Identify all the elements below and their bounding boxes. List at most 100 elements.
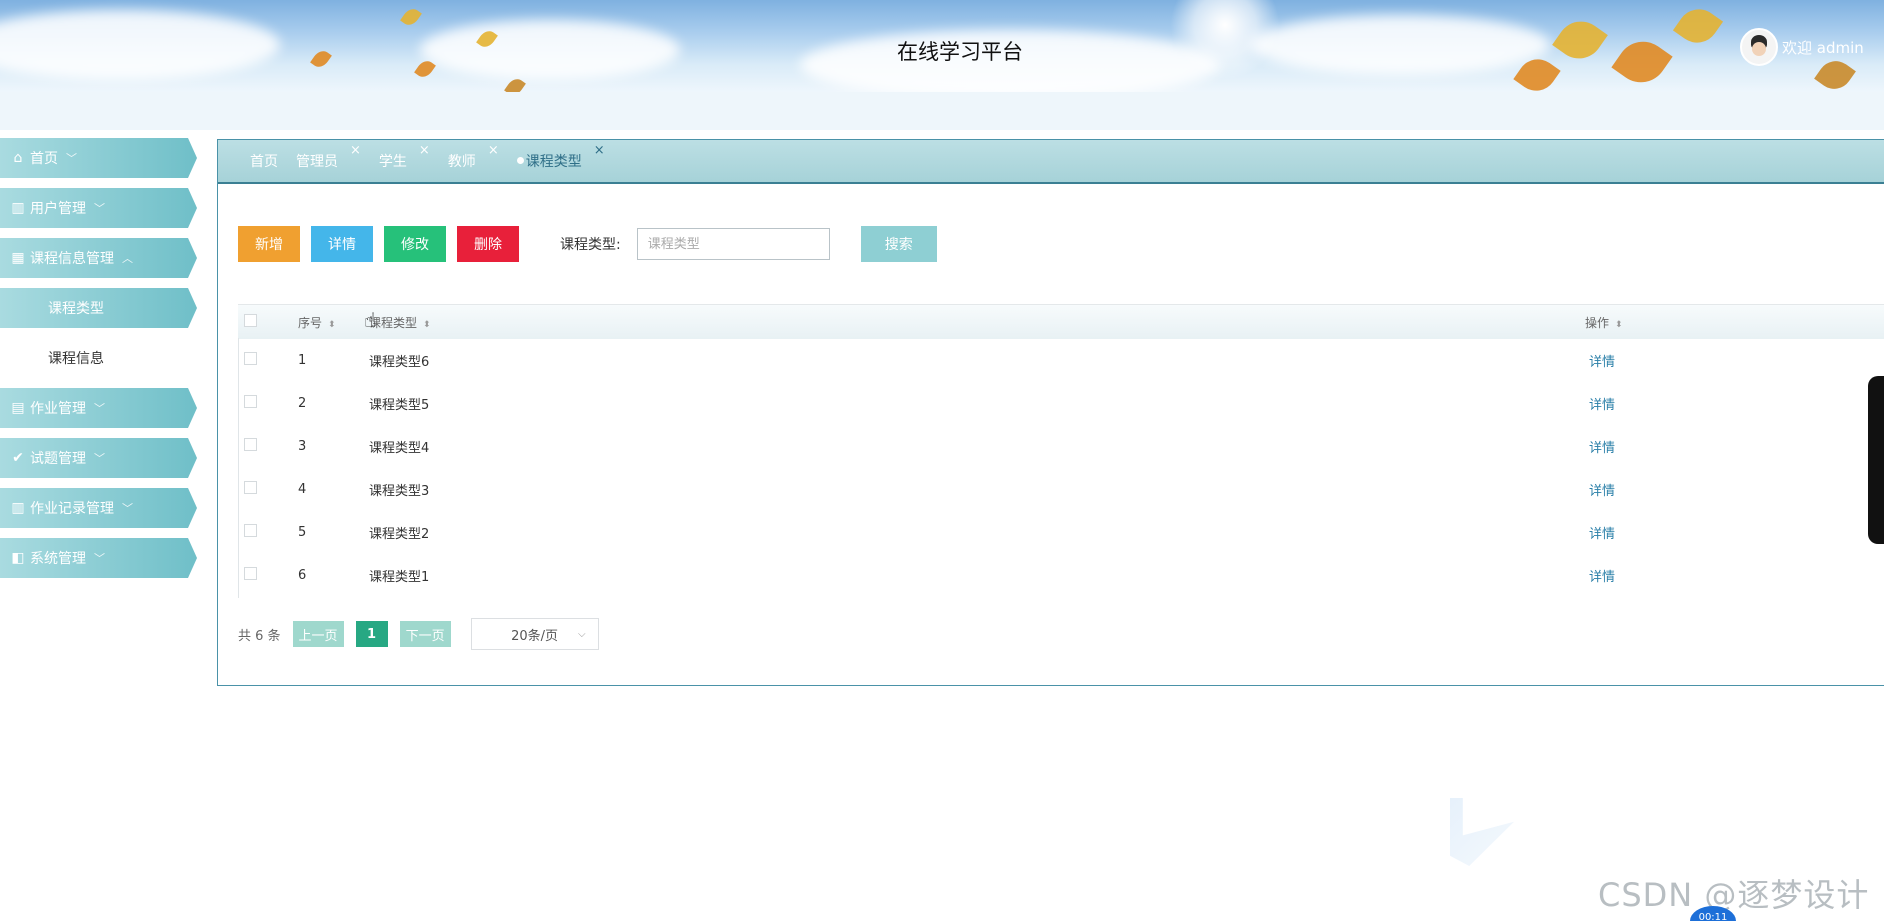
- cell-type: 课程类型6: [369, 355, 430, 370]
- row-detail-link[interactable]: 详情: [1589, 441, 1615, 456]
- data-table: 序号 ⬍ 课程类型 ⬍ 操作 ⬍ 1 课程类型6 详情 2 课程类型5 详情 3 课程…: [238, 304, 1884, 597]
- sort-icon[interactable]: ⬍: [1615, 320, 1623, 330]
- chevron-down-icon: ⌵: [577, 628, 586, 640]
- cell-no: 4: [298, 482, 307, 497]
- check-circle-icon: ✔: [12, 450, 24, 466]
- user-menu[interactable]: 欢迎 admin: [1740, 28, 1864, 66]
- app-title: 在线学习平台: [897, 40, 1023, 64]
- chevron-up-icon: ︿: [122, 252, 133, 265]
- floating-side-tab[interactable]: [1868, 376, 1884, 544]
- page-size-select[interactable]: 20条/页 ⌵: [470, 618, 599, 650]
- leaf-icon: [400, 5, 422, 29]
- cell-type: 课程类型5: [369, 398, 430, 413]
- sidebar-item-homework[interactable]: ▤ 作业管理 ﹀: [0, 388, 197, 428]
- column-header-no[interactable]: 序号: [298, 316, 322, 330]
- sidebar-item-label: 作业管理: [30, 401, 86, 417]
- row-detail-link[interactable]: 详情: [1589, 484, 1615, 499]
- row-detail-link[interactable]: 详情: [1589, 570, 1615, 585]
- table-row[interactable]: 2 课程类型5 详情: [238, 382, 1884, 425]
- hand-cursor-icon: ☝: [364, 308, 377, 332]
- chevron-down-icon: ﹀: [94, 402, 105, 415]
- close-icon[interactable]: ×: [594, 143, 605, 158]
- pagination: 共 6 条 上一页 1 下一页 20条/页 ⌵: [238, 618, 599, 650]
- chevron-down-icon: ﹀: [66, 152, 77, 165]
- cell-no: 2: [298, 396, 307, 411]
- row-checkbox[interactable]: [244, 481, 257, 494]
- tab-label: 教师: [447, 154, 476, 170]
- cell-type: 课程类型4: [369, 441, 430, 456]
- close-icon[interactable]: ×: [350, 143, 361, 158]
- row-checkbox[interactable]: [244, 395, 257, 408]
- row-checkbox[interactable]: [244, 438, 257, 451]
- row-detail-link[interactable]: 详情: [1589, 398, 1615, 413]
- sidebar-subitem-label: 课程信息: [48, 351, 104, 367]
- sidebar-item-course-info[interactable]: ▦ 课程信息管理 ︿: [0, 238, 197, 278]
- sidebar-item-home[interactable]: ⌂ 首页 ﹀: [0, 138, 197, 178]
- page-size-value: 20条/页: [511, 628, 559, 644]
- sidebar-item-label: 首页: [30, 151, 58, 167]
- row-checkbox[interactable]: [244, 524, 257, 537]
- chevron-down-icon: ﹀: [94, 452, 105, 465]
- cell-type: 课程类型2: [369, 527, 430, 542]
- select-all-checkbox[interactable]: [244, 314, 257, 327]
- tab-teacher[interactable]: 教师 ×: [447, 143, 499, 171]
- sidebar-item-label: 作业记录管理: [30, 501, 114, 517]
- sidebar-subitem-course-info[interactable]: 课程信息: [0, 338, 197, 378]
- sort-icon[interactable]: ⬍: [328, 320, 336, 330]
- table-row[interactable]: 6 课程类型1 详情: [238, 554, 1884, 597]
- page-number-button[interactable]: 1: [355, 621, 388, 647]
- sidebar-item-label: 试题管理: [30, 451, 86, 467]
- sidebar-item-questions[interactable]: ✔ 试题管理 ﹀: [0, 438, 197, 478]
- cell-type: 课程类型1: [369, 570, 430, 585]
- column-header-op: 操作: [1585, 315, 1610, 330]
- sidebar-item-label: 用户管理: [30, 201, 86, 217]
- tab-student[interactable]: 学生 ×: [379, 143, 430, 171]
- tab-label: 课程类型: [525, 154, 582, 170]
- sidebar-item-system[interactable]: ◧ 系统管理 ﹀: [0, 538, 197, 578]
- table-row[interactable]: 4 课程类型3 详情: [238, 468, 1884, 511]
- close-icon[interactable]: ×: [419, 143, 430, 158]
- toolbar: 新增 详情 修改 删除 课程类型: 搜索: [238, 226, 937, 262]
- next-page-button[interactable]: 下一页: [399, 621, 451, 647]
- home-icon: ⌂: [13, 150, 23, 166]
- row-checkbox[interactable]: [244, 567, 257, 580]
- edit-button[interactable]: 修改: [384, 226, 446, 262]
- tab-admin[interactable]: 管理员 ×: [296, 143, 361, 171]
- avatar: [1740, 28, 1778, 66]
- table-row[interactable]: 3 课程类型4 详情: [238, 425, 1884, 468]
- welcome-text: 欢迎 admin: [1782, 38, 1864, 57]
- table-row[interactable]: 5 课程类型2 详情: [238, 511, 1884, 554]
- column-header-type[interactable]: 课程类型: [369, 316, 417, 330]
- search-label: 课程类型:: [560, 237, 621, 253]
- row-detail-link[interactable]: 详情: [1589, 527, 1615, 542]
- header-banner: 在线学习平台 欢迎 admin: [0, 0, 1884, 92]
- sidebar: ⌂ 首页 ﹀ ▥ 用户管理 ﹀ ▦ 课程信息管理 ︿ 课程类型 课程信息 ▤ 作…: [0, 138, 200, 588]
- tab-label: 管理员: [296, 154, 338, 170]
- search-button[interactable]: 搜索: [860, 226, 937, 262]
- cell-no: 3: [298, 439, 307, 454]
- sidebar-item-users[interactable]: ▥ 用户管理 ﹀: [0, 188, 197, 228]
- close-icon[interactable]: ×: [488, 143, 499, 158]
- cell-no: 6: [298, 568, 307, 583]
- settings-box-icon: ◧: [11, 550, 25, 566]
- add-button[interactable]: 新增: [238, 226, 300, 262]
- detail-button[interactable]: 详情: [311, 226, 373, 262]
- sort-icon[interactable]: ⬍: [423, 320, 431, 330]
- tab-label: 首页: [250, 154, 278, 170]
- tab-home[interactable]: 首页: [250, 151, 278, 171]
- row-detail-link[interactable]: 详情: [1589, 355, 1615, 370]
- search-input[interactable]: [636, 228, 830, 260]
- table-row[interactable]: 1 课程类型6 详情: [238, 339, 1884, 382]
- users-icon: ▥: [11, 200, 25, 216]
- logo-watermark-icon: [1450, 798, 1514, 866]
- tab-course-type[interactable]: 课程类型 ×: [516, 143, 605, 171]
- delete-button[interactable]: 删除: [457, 226, 519, 262]
- header-strip: [0, 92, 1884, 130]
- sidebar-subitem-course-type[interactable]: 课程类型: [0, 288, 197, 328]
- tab-bar: 首页 管理员 × 学生 × 教师 × 课程类型 ×: [218, 140, 1884, 184]
- chevron-down-icon: ﹀: [122, 502, 133, 515]
- cell-no: 1: [298, 353, 307, 368]
- prev-page-button[interactable]: 上一页: [292, 621, 344, 647]
- sidebar-item-homework-records[interactable]: ▥ 作业记录管理 ﹀: [0, 488, 197, 528]
- row-checkbox[interactable]: [244, 352, 257, 365]
